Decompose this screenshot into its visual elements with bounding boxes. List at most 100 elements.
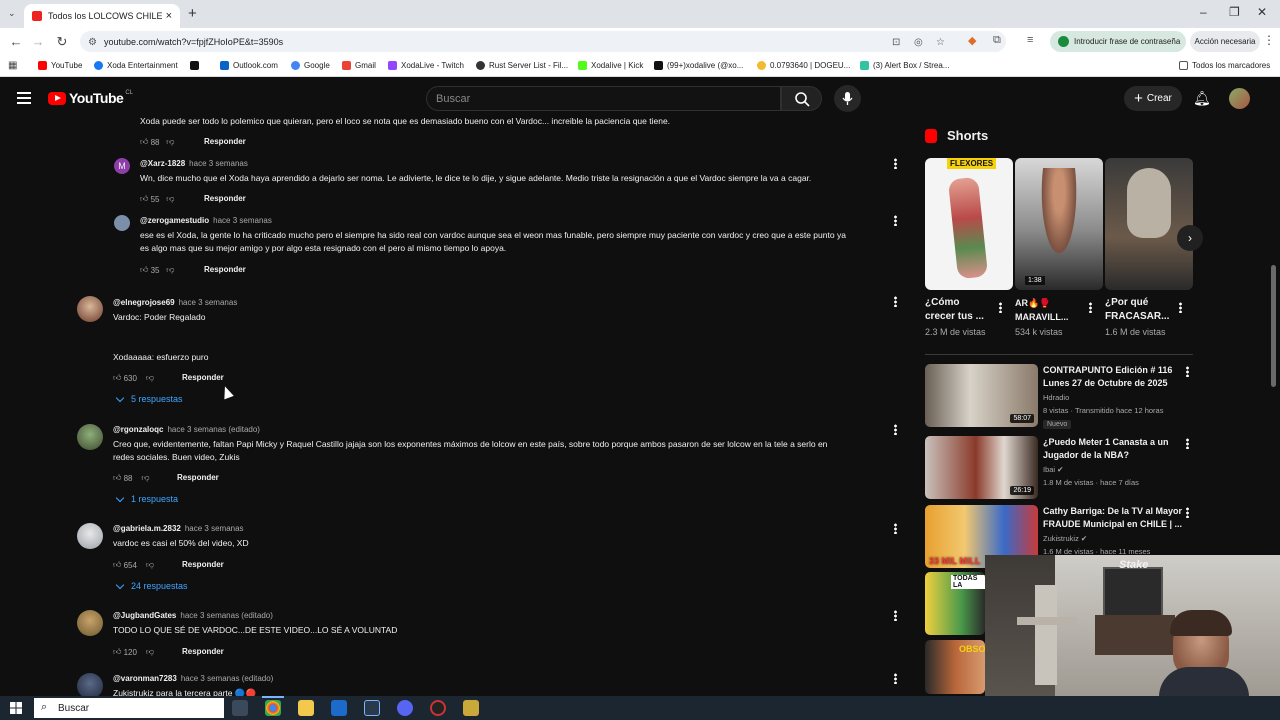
- account-avatar[interactable]: [1229, 88, 1250, 109]
- short-title[interactable]: ¿Por qué FRACASAR...: [1105, 296, 1169, 324]
- video-menu-icon[interactable]: [1186, 507, 1189, 518]
- video-title[interactable]: ¿Puedo Meter 1 Canasta a un Jugador de la…: [1043, 436, 1169, 462]
- comment-author[interactable]: @elnegrojose69 hace 3 semanas: [113, 298, 237, 307]
- notifications-bell-icon[interactable]: 🔔︎: [1193, 90, 1211, 107]
- dislike-icon[interactable]: 👎︎: [166, 265, 174, 275]
- bookmark-item[interactable]: Xodalive | Kick: [578, 61, 643, 70]
- install-icon[interactable]: ⊡: [892, 37, 900, 48]
- bookmark-item[interactable]: Google: [291, 61, 330, 70]
- like-icon[interactable]: 👍︎: [113, 473, 121, 483]
- reply-button[interactable]: Responder: [182, 560, 224, 569]
- view-replies-button[interactable]: 1 respuesta: [113, 493, 178, 504]
- store-icon[interactable]: [331, 700, 347, 716]
- video-thumbnail[interactable]: TODAS LA: [925, 572, 985, 635]
- task-view-icon[interactable]: [232, 700, 248, 716]
- comment-author[interactable]: @Xarz-1828 hace 3 semanas: [140, 159, 248, 168]
- browser-menu-icon[interactable]: ⋮: [1263, 33, 1275, 47]
- comment-author[interactable]: @gabriela.m.2832 hace 3 semanas: [113, 524, 244, 533]
- comment-author[interactable]: @zerogamestudio hace 3 semanas: [140, 216, 272, 225]
- chrome-icon[interactable]: [265, 700, 281, 716]
- view-replies-button[interactable]: 24 respuestas: [113, 580, 188, 591]
- browser-tab[interactable]: Todos los LOLCOWS CHILENOS ×: [24, 4, 180, 28]
- like-icon[interactable]: 👍︎: [140, 194, 148, 204]
- bookmark-item[interactable]: Rust Server List - Fil...: [476, 61, 568, 70]
- video-channel[interactable]: Hdradio: [1043, 392, 1069, 404]
- page-scrollbar[interactable]: [1271, 265, 1276, 387]
- avatar[interactable]: [77, 296, 103, 322]
- comment-menu-icon[interactable]: [894, 296, 897, 307]
- bookmark-star-icon[interactable]: ☆: [936, 37, 945, 48]
- media-icon[interactable]: ≡: [1027, 34, 1033, 46]
- steam-icon[interactable]: [364, 700, 380, 716]
- voice-search-button[interactable]: [834, 85, 861, 112]
- password-phrase-button[interactable]: Introducir frase de contraseña: [1050, 31, 1186, 52]
- video-menu-icon[interactable]: [1186, 438, 1189, 449]
- reply-button[interactable]: Responder: [204, 265, 246, 274]
- bookmark-item[interactable]: XodaLive - Twitch: [388, 61, 464, 70]
- video-channel[interactable]: Zukistrukiz ✔: [1043, 533, 1087, 545]
- action-needed-button[interactable]: Acción necesaria: [1190, 31, 1260, 52]
- comment-menu-icon[interactable]: [894, 610, 897, 621]
- hamburger-menu-icon[interactable]: [17, 92, 31, 104]
- comment-menu-icon[interactable]: [894, 673, 897, 684]
- forward-arrow-icon[interactable]: →: [26, 34, 50, 49]
- minimize-icon[interactable]: –: [1200, 5, 1207, 19]
- league-client-icon[interactable]: [463, 700, 479, 716]
- bookmark-item[interactable]: Gmail: [342, 61, 376, 70]
- video-title[interactable]: Cathy Barriga: De la TV al Mayor FRAUDE M…: [1043, 505, 1182, 531]
- bookmark-item[interactable]: [190, 61, 203, 70]
- comment-author[interactable]: @varonman7283 hace 3 semanas (editado): [113, 674, 273, 683]
- dislike-icon[interactable]: 👎︎: [146, 373, 154, 383]
- short-thumbnail[interactable]: 1:38: [1015, 158, 1103, 290]
- bookmark-item[interactable]: 0.0793640 | DOGEU...: [757, 61, 850, 70]
- eye-off-icon[interactable]: ◎: [914, 37, 923, 48]
- comment-author[interactable]: @JugbandGates hace 3 semanas (editado): [113, 611, 273, 620]
- bookmark-item[interactable]: Outlook.com: [220, 61, 278, 70]
- avatar[interactable]: [77, 610, 103, 636]
- site-info-icon[interactable]: ⚙: [88, 37, 97, 48]
- view-replies-button[interactable]: 5 respuestas: [113, 393, 183, 404]
- comment-menu-icon[interactable]: [894, 158, 897, 169]
- video-title[interactable]: CONTRAPUNTO Edición # 116 Lunes 27 de Oct…: [1043, 364, 1172, 390]
- like-icon[interactable]: 👍︎: [140, 265, 148, 275]
- video-thumbnail[interactable]: 58:07: [925, 364, 1038, 427]
- bookmark-item[interactable]: (3) Alert Box / Strea...: [860, 61, 949, 70]
- all-bookmarks[interactable]: Todos los marcadores: [1179, 61, 1270, 70]
- shorts-next-button[interactable]: ›: [1177, 225, 1203, 251]
- avatar[interactable]: [114, 215, 130, 231]
- bookmark-item[interactable]: (99+)xodalive (@xo...: [654, 61, 743, 70]
- windows-start-icon[interactable]: [10, 702, 22, 714]
- reply-button[interactable]: Responder: [182, 647, 224, 656]
- extensions-icon[interactable]: ⧉: [993, 34, 1001, 47]
- video-channel[interactable]: Ibai ✔: [1043, 464, 1063, 476]
- dislike-icon[interactable]: 👎︎: [166, 137, 174, 147]
- avatar[interactable]: [77, 523, 103, 549]
- bookmark-item[interactable]: YouTube: [38, 61, 82, 70]
- like-icon[interactable]: 👍︎: [113, 560, 121, 570]
- reply-button[interactable]: Responder: [177, 473, 219, 482]
- reload-icon[interactable]: ↻: [50, 34, 74, 50]
- obs-icon[interactable]: [430, 700, 446, 716]
- avatar[interactable]: [77, 424, 103, 450]
- search-button[interactable]: [781, 86, 822, 111]
- reply-button[interactable]: Responder: [182, 373, 224, 382]
- short-menu-icon[interactable]: [1089, 302, 1092, 313]
- reply-button[interactable]: Responder: [204, 194, 246, 203]
- short-menu-icon[interactable]: [1179, 302, 1182, 313]
- short-title[interactable]: ¿Cómo crecer tus ...: [925, 296, 984, 324]
- avatar[interactable]: M: [114, 158, 130, 174]
- search-input[interactable]: Buscar: [426, 86, 781, 111]
- bookmark-item[interactable]: Xoda Entertainment: [94, 61, 178, 70]
- reply-button[interactable]: Responder: [204, 137, 246, 146]
- short-menu-icon[interactable]: [999, 302, 1002, 313]
- file-explorer-icon[interactable]: [298, 700, 314, 716]
- new-tab-button[interactable]: +: [188, 5, 197, 22]
- comment-menu-icon[interactable]: [894, 424, 897, 435]
- short-thumbnail[interactable]: FLEXORES: [925, 158, 1013, 290]
- avatar[interactable]: [77, 673, 103, 696]
- tab-search-icon[interactable]: ⌄: [8, 8, 16, 19]
- like-icon[interactable]: 👍︎: [113, 373, 121, 383]
- short-title[interactable]: AR🔥🥊 MARAVILL...: [1015, 296, 1068, 324]
- like-icon[interactable]: 👍︎: [140, 137, 148, 147]
- dislike-icon[interactable]: 👎︎: [146, 647, 154, 657]
